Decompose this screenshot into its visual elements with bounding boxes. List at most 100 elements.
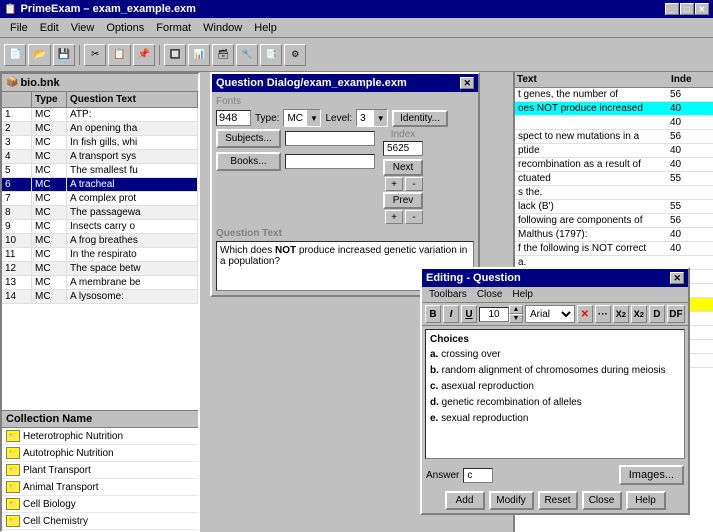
data-row[interactable]: spect to new mutations in a 56	[515, 130, 713, 144]
subscript-btn[interactable]: X2	[631, 305, 647, 323]
edit-menu-help[interactable]: Help	[508, 288, 537, 301]
type-select[interactable]: MC ▼	[283, 109, 321, 127]
spinner-up[interactable]: ▲	[509, 305, 523, 314]
edit-menu-toolbars[interactable]: Toolbars	[425, 288, 471, 301]
tb4[interactable]: 📊	[188, 44, 210, 66]
df-btn[interactable]: DF	[667, 305, 685, 323]
tb3[interactable]: 🔲	[164, 44, 186, 66]
modify-button[interactable]: Modify	[489, 491, 534, 510]
data-row[interactable]: s the.	[515, 186, 713, 200]
books-button[interactable]: Books...	[216, 152, 281, 171]
data-row[interactable]: ctuated 55	[515, 172, 713, 186]
menu-edit[interactable]: Edit	[34, 20, 65, 36]
data-row[interactable]: following are components of 56	[515, 214, 713, 228]
type-arrow[interactable]: ▼	[306, 110, 320, 126]
minimize-btn[interactable]: _	[665, 3, 679, 15]
ellipsis-btn[interactable]: ···	[595, 305, 611, 323]
editing-dialog-close[interactable]: ✕	[670, 272, 684, 284]
table-row[interactable]: 5 MC The smallest fu	[2, 164, 198, 178]
data-row[interactable]: recombination as a result of 40	[515, 158, 713, 172]
menu-file[interactable]: File	[4, 20, 34, 36]
copy-btn[interactable]: 📋	[108, 44, 130, 66]
bold-btn[interactable]: B	[425, 305, 441, 323]
open-btn[interactable]: 📂	[28, 44, 50, 66]
identity-button[interactable]: Identity...	[392, 110, 448, 127]
italic-btn[interactable]: I	[443, 305, 459, 323]
question-dialog-close[interactable]: ✕	[460, 77, 474, 89]
collection-item[interactable]: 📁 Cell Biology	[2, 496, 198, 513]
table-row[interactable]: 1 MC ATP:	[2, 108, 198, 122]
level-select[interactable]: 3 ▼	[356, 109, 388, 127]
table-row[interactable]: 3 MC In fish gills, whi	[2, 136, 198, 150]
data-row[interactable]: t genes, the number of 56	[515, 88, 713, 102]
prev-plus[interactable]: +	[385, 210, 403, 224]
choices-content[interactable]: Choicesa. crossing overb. random alignme…	[425, 329, 685, 459]
menu-view[interactable]: View	[65, 20, 101, 36]
table-row[interactable]: 14 MC A lysosome:	[2, 290, 198, 304]
underline-btn[interactable]: U	[461, 305, 477, 323]
prev-minus[interactable]: -	[405, 210, 423, 224]
font-select[interactable]: Arial	[525, 305, 575, 323]
menu-options[interactable]: Options	[100, 20, 150, 36]
table-row[interactable]: 6 MC A tracheal	[2, 178, 198, 192]
row-num: 4	[2, 150, 32, 163]
next-button[interactable]: Next	[383, 159, 423, 176]
table-row[interactable]: 13 MC A membrane be	[2, 276, 198, 290]
collection-item[interactable]: 📁 Cell Chemistry	[2, 513, 198, 530]
tb8[interactable]: ⚙	[284, 44, 306, 66]
right-panel: Question Dialog/exam_example.exm ✕ Fonts…	[200, 72, 713, 532]
table-row[interactable]: 2 MC An opening tha	[2, 122, 198, 136]
reset-button[interactable]: Reset	[538, 491, 578, 510]
answer-input[interactable]	[463, 468, 493, 483]
menu-window[interactable]: Window	[197, 20, 248, 36]
images-button[interactable]: Images...	[619, 465, 684, 485]
edit-menu-close[interactable]: Close	[473, 288, 507, 301]
table-row[interactable]: 8 MC The passagewa	[2, 206, 198, 220]
tb6[interactable]: 🔧	[236, 44, 258, 66]
d-btn[interactable]: D	[649, 305, 665, 323]
prev-button[interactable]: Prev	[383, 192, 423, 209]
tb7[interactable]: 📑	[260, 44, 282, 66]
paste-btn[interactable]: 📌	[133, 44, 155, 66]
menu-format[interactable]: Format	[150, 20, 197, 36]
table-row[interactable]: 4 MC A transport sys	[2, 150, 198, 164]
table-row[interactable]: 12 MC The space betw	[2, 262, 198, 276]
table-row[interactable]: 9 MC Insects carry o	[2, 220, 198, 234]
books-input[interactable]	[285, 154, 375, 169]
subjects-button[interactable]: Subjects...	[216, 129, 281, 148]
new-btn[interactable]: 📄	[4, 44, 26, 66]
data-row[interactable]: lack (B') 55	[515, 200, 713, 214]
data-row[interactable]: 40	[515, 116, 713, 130]
type-label: Type:	[255, 113, 279, 124]
tb5[interactable]: 🗃	[212, 44, 234, 66]
level-arrow[interactable]: ▼	[373, 110, 387, 126]
font-size-input[interactable]	[216, 110, 251, 126]
subjects-input[interactable]	[285, 131, 375, 146]
add-button[interactable]: Add	[445, 491, 485, 510]
menu-help[interactable]: Help	[248, 20, 283, 36]
superscript-btn[interactable]: X2	[613, 305, 629, 323]
collection-item[interactable]: 📁 Animal Transport	[2, 479, 198, 496]
data-row[interactable]: f the following is NOT correct 40	[515, 242, 713, 256]
data-row[interactable]: Malthus (1797): 40	[515, 228, 713, 242]
table-row[interactable]: 7 MC A complex prot	[2, 192, 198, 206]
data-row[interactable]: oes NOT produce increased 40	[515, 102, 713, 116]
close-button[interactable]: Close	[582, 491, 622, 510]
maximize-btn[interactable]: □	[680, 3, 694, 15]
table-row[interactable]: 10 MC A frog breathes	[2, 234, 198, 248]
collection-item[interactable]: 📁 Plant Transport	[2, 462, 198, 479]
spinner-down[interactable]: ▼	[509, 314, 523, 323]
data-row[interactable]: ptide 40	[515, 144, 713, 158]
collection-item[interactable]: 📁 Heterotrophic Nutrition	[2, 428, 198, 445]
index-input[interactable]	[383, 141, 423, 156]
collection-item[interactable]: 📁 Autotrophic Nutrition	[2, 445, 198, 462]
delete-btn[interactable]: ✕	[577, 305, 593, 323]
next-minus[interactable]: -	[405, 177, 423, 191]
next-plus[interactable]: +	[385, 177, 403, 191]
cut-btn[interactable]: ✂	[84, 44, 106, 66]
table-row[interactable]: 11 MC In the respirato	[2, 248, 198, 262]
collection-icon: 📁	[6, 515, 20, 527]
help-button[interactable]: Help	[626, 491, 666, 510]
save-btn[interactable]: 💾	[53, 44, 75, 66]
close-btn[interactable]: ✕	[695, 3, 709, 15]
